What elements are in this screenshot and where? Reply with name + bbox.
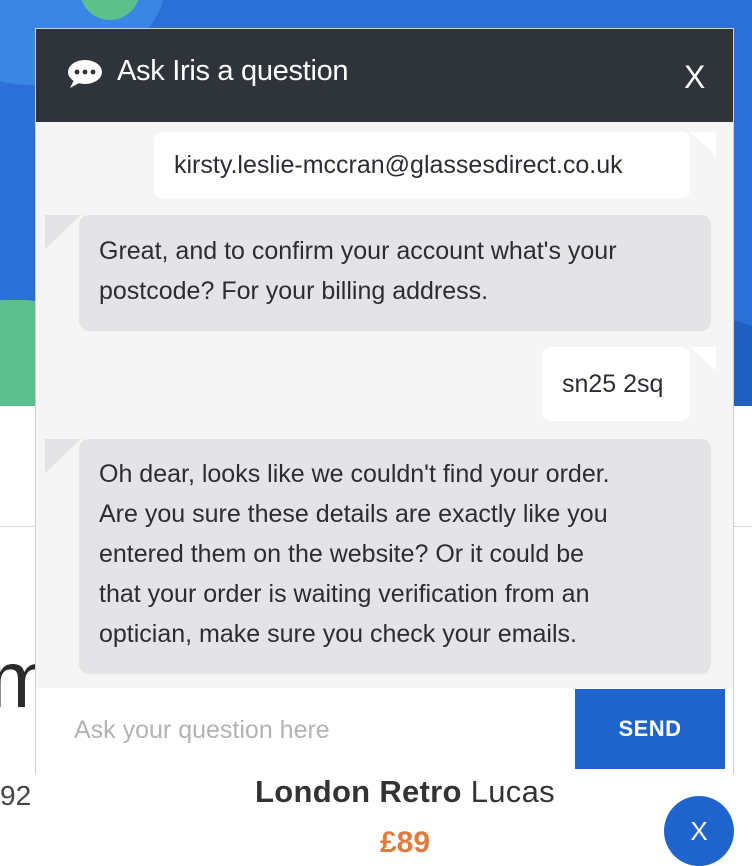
product-name[interactable]: London Retro Lucas <box>255 774 555 810</box>
chat-header: Ask Iris a question X <box>36 29 733 122</box>
user-message: kirsty.leslie-mccran@glassesdirect.co.uk <box>154 132 690 198</box>
user-message: sn25 2sq <box>542 347 690 421</box>
bot-bubble-tail <box>45 439 81 473</box>
bot-message-line: Oh dear, looks like we couldn't find you… <box>99 460 610 488</box>
bot-bubble-tail <box>45 215 81 249</box>
close-chat-button[interactable]: X <box>684 59 705 95</box>
bot-message: Great, and to confirm your account what'… <box>79 215 711 331</box>
bot-message-line: entered them on the website? Or it could… <box>99 540 585 568</box>
product-model: Lucas <box>470 774 555 809</box>
user-message-text: sn25 2sq <box>562 370 664 398</box>
user-bubble-tail <box>690 132 716 156</box>
product-brand: London Retro <box>255 774 462 809</box>
chat-widget: Ask Iris a question X kirsty.leslie-mccr… <box>35 28 734 774</box>
bot-message-line: Great, and to confirm your account what'… <box>99 237 617 265</box>
chat-title: Ask Iris a question <box>117 55 349 87</box>
bot-message-line: postcode? For your billing address. <box>99 277 489 305</box>
bot-message-line: optician, make sure you check your email… <box>99 620 577 648</box>
bot-message-line: Are you sure these details are exactly l… <box>99 500 608 528</box>
message-list: kirsty.leslie-mccran@glassesdirect.co.uk… <box>36 122 733 688</box>
bot-message: Oh dear, looks like we couldn't find you… <box>79 439 711 674</box>
send-button[interactable]: SEND <box>575 689 725 769</box>
chat-input-bar: SEND <box>36 688 733 774</box>
user-message-text: kirsty.leslie-mccran@glassesdirect.co.uk <box>174 151 623 179</box>
user-bubble-tail <box>690 347 716 371</box>
product-price: £89 <box>380 826 431 859</box>
chat-bubble-icon <box>68 60 102 88</box>
product-code-fragment: 92 <box>0 780 32 811</box>
question-input[interactable] <box>72 708 576 752</box>
bot-message-line: that your order is waiting verification … <box>99 580 590 608</box>
